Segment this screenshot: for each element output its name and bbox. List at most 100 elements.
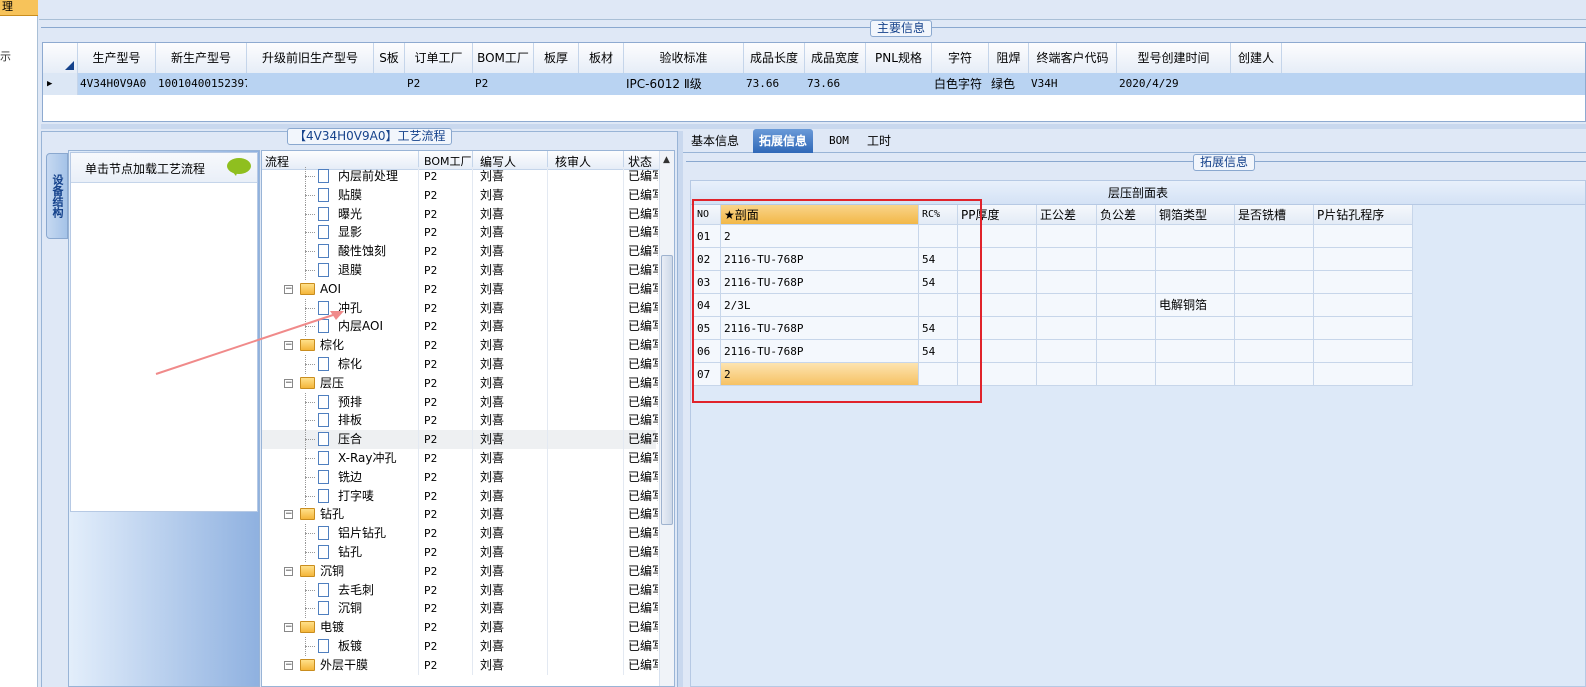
lam-cell[interactable] [1097,317,1156,340]
lam-col-header-4[interactable]: 正公差 [1037,205,1097,225]
col-header-7[interactable]: 板材 [579,43,624,73]
tree-row[interactable]: 打字唛 P2 刘喜 已编写 [262,486,658,506]
lam-cell[interactable] [1097,340,1156,363]
cell-0[interactable]: 4V34H0V9A0 [78,73,156,95]
lam-cell[interactable] [1037,363,1097,386]
cell-4[interactable]: P2 [405,73,473,95]
tree-row[interactable]: 去毛刺 P2 刘喜 已编写 [262,580,658,600]
col-header-4[interactable]: 订单工厂 [405,43,473,73]
tree-row[interactable]: 钻孔 P2 刘喜 已编写 [262,543,658,562]
col-header-16[interactable]: 创建人 [1231,43,1282,73]
cell-1[interactable]: 10010400152397 [156,73,247,95]
collapse-icon[interactable]: − [284,510,293,520]
cell-6[interactable] [534,73,579,95]
col-header-9[interactable]: 成品长度 [744,43,805,73]
tree-row[interactable]: 曝光 P2 刘喜 已编写 [262,204,658,224]
col-header-6[interactable]: 板厚 [534,43,579,73]
col-header-5[interactable]: BOM工厂 [473,43,534,73]
row-indicator-icon[interactable]: ▶ [43,73,78,95]
vertical-splitter[interactable] [678,131,683,687]
collapse-icon[interactable]: − [284,284,293,294]
lam-cell[interactable] [1235,271,1314,294]
scroll-thumb[interactable] [661,255,673,525]
lam-col-header-7[interactable]: 是否铣槽 [1235,205,1314,225]
col-header-3[interactable]: S板 [374,43,405,73]
scroll-up-icon[interactable]: ▲ [663,155,670,165]
lam-cell[interactable] [1097,248,1156,271]
cell-16[interactable] [1231,73,1282,95]
tree-row[interactable]: 内层前处理 P2 刘喜 已编写 [262,167,658,186]
cell-2[interactable] [247,73,374,95]
tab-work-hours[interactable]: 工时 [861,129,897,153]
lam-cell[interactable]: 电解铜箔 [1156,294,1235,317]
collapse-icon[interactable]: − [284,660,293,670]
lam-cell[interactable] [1097,363,1156,386]
cell-9[interactable]: 73.66 [744,73,805,95]
lam-cell[interactable] [1156,317,1235,340]
col-header-13[interactable]: 阻焊 [989,43,1029,73]
tree-row[interactable]: 显影 P2 刘喜 已编写 [262,223,658,243]
lam-cell[interactable] [1314,294,1413,317]
lam-col-header-6[interactable]: 铜箔类型 [1156,205,1235,225]
col-header-0[interactable]: 生产型号 [78,43,156,73]
tree-row[interactable]: 压合 P2 刘喜 已编写 [262,430,658,450]
cell-14[interactable]: V34H [1029,73,1117,95]
cell-7[interactable] [579,73,624,95]
tab-equipment-structure[interactable]: 设备结构 [46,153,68,239]
tree-row[interactable]: 板镀 P2 刘喜 已编写 [262,637,658,656]
tree-row[interactable]: − AOI P2 刘喜 已编写 [262,279,658,299]
cell-15[interactable]: 2020/4/29 [1117,73,1231,95]
cell-3[interactable] [374,73,405,95]
lam-cell[interactable] [1314,363,1413,386]
tree-row[interactable]: 铝片钻孔 P2 刘喜 已编写 [262,524,658,544]
col-header-14[interactable]: 终端客户代码 [1029,43,1117,73]
tree-scrollbar[interactable]: ▲ [659,151,674,686]
lam-cell[interactable] [1235,340,1314,363]
cell-11[interactable] [866,73,932,95]
lam-cell[interactable] [1235,294,1314,317]
lam-col-header-5[interactable]: 负公差 [1097,205,1156,225]
cell-5[interactable]: P2 [473,73,534,95]
left-nav-item[interactable]: 示 [0,48,11,64]
lam-cell[interactable] [1235,225,1314,248]
lam-cell[interactable] [1156,363,1235,386]
tree-row[interactable]: − 沉铜 P2 刘喜 已编写 [262,561,658,581]
lam-cell[interactable] [1037,317,1097,340]
tree-row[interactable]: X-Ray冲孔 P2 刘喜 已编写 [262,449,658,468]
left-nav-selected-item[interactable]: 理 [0,0,38,16]
lam-cell[interactable] [1097,294,1156,317]
lam-cell[interactable] [1037,248,1097,271]
lam-cell[interactable] [1037,271,1097,294]
lam-cell[interactable] [1037,294,1097,317]
lam-cell[interactable] [1235,317,1314,340]
tab-bom[interactable]: BOM [823,129,855,153]
collapse-icon[interactable]: − [284,566,293,576]
tree-row[interactable]: 退膜 P2 刘喜 已编写 [262,261,658,280]
tree-row[interactable]: − 外层干膜 P2 刘喜 已编写 [262,655,658,675]
collapse-icon[interactable]: − [284,378,293,388]
lam-cell[interactable] [1156,225,1235,248]
lam-cell[interactable] [1037,225,1097,248]
grid-corner[interactable] [43,43,78,73]
collapse-icon[interactable]: − [284,623,293,633]
lam-cell[interactable] [1314,225,1413,248]
tab-basic-info[interactable]: 基本信息 [685,129,745,153]
lam-cell[interactable] [1097,225,1156,248]
tree-row[interactable]: − 钻孔 P2 刘喜 已编写 [262,505,658,525]
cell-10[interactable]: 73.66 [805,73,866,95]
tree-row[interactable]: − 电镀 P2 刘喜 已编写 [262,618,658,638]
col-header-1[interactable]: 新生产型号 [156,43,247,73]
col-header-12[interactable]: 字符 [932,43,989,73]
lam-cell[interactable] [1314,317,1413,340]
cell-13[interactable]: 绿色 [989,73,1029,95]
cell-12[interactable]: 白色字符 [932,73,989,95]
hint-header[interactable]: 单击节点加载工艺流程 [71,153,257,183]
lam-cell[interactable] [1156,340,1235,363]
col-header-2[interactable]: 升级前旧生产型号 [247,43,374,73]
tree-row[interactable]: 贴膜 P2 刘喜 已编写 [262,185,658,205]
tab-extended-info[interactable]: 拓展信息 [753,129,814,153]
tree-row[interactable]: 预排 P2 刘喜 已编写 [262,392,658,412]
lam-cell[interactable] [1037,340,1097,363]
tree-row[interactable]: 排板 P2 刘喜 已编写 [262,411,658,431]
col-header-11[interactable]: PNL规格 [866,43,932,73]
